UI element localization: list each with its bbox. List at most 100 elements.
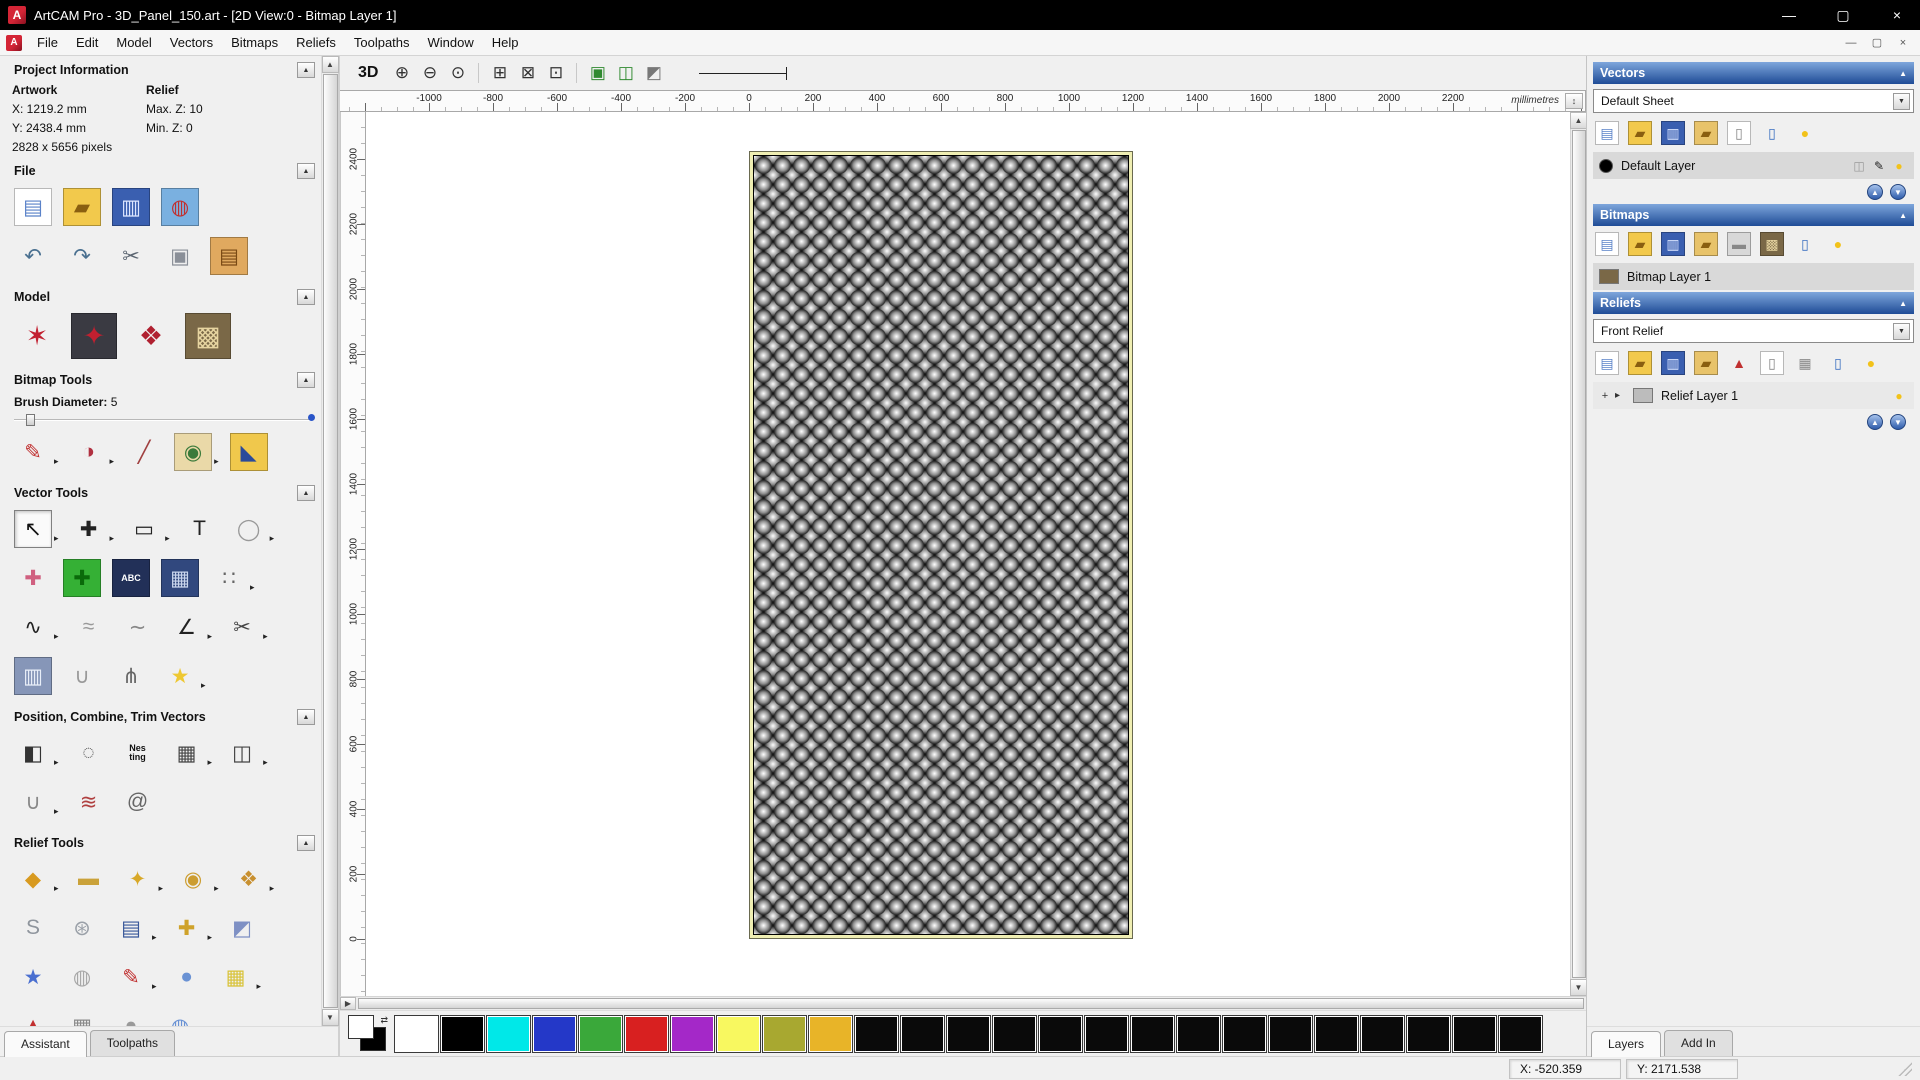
create-ellipse-icon[interactable]: ◯ [230, 510, 268, 548]
transform-vectors-icon[interactable]: ✚ [70, 510, 108, 548]
flyout-arrow-icon[interactable]: ▸ [214, 456, 219, 467]
colour-swatch-white[interactable] [394, 1015, 439, 1053]
palette-icon[interactable]: ◉ [174, 433, 212, 471]
paint-icon[interactable]: ✎ [14, 433, 52, 471]
canvas-vertical-scrollbar[interactable]: ▲ ▼ [1570, 112, 1586, 996]
colour-swatch-cyan[interactable] [486, 1015, 531, 1053]
block-copy-icon[interactable]: ▦ [168, 734, 206, 772]
circular-copy-icon[interactable]: ◌ [70, 734, 108, 772]
star-wizard-icon[interactable]: ★ [14, 958, 52, 996]
zoom-rectangle-icon[interactable]: ⊞ [487, 61, 512, 86]
create-text-icon[interactable]: T [181, 510, 219, 548]
import-bitmap-layer-icon[interactable]: ▰ [1694, 232, 1718, 256]
flyout-arrow-icon[interactable]: ▸ [250, 582, 255, 593]
sheet-select[interactable]: Default Sheet ▼ [1593, 89, 1914, 113]
flyout-arrow-icon[interactable]: ▸ [263, 631, 268, 642]
fluting-icon[interactable]: ≋ [70, 783, 108, 821]
flyout-arrow-icon[interactable]: ▸ [54, 757, 59, 768]
save-bitmap-layer-icon[interactable]: ▥ [1661, 232, 1685, 256]
flyout-arrow-icon[interactable]: ▸ [208, 757, 213, 768]
fit-page-icon[interactable]: ▣ [585, 61, 610, 86]
scroll-down-button[interactable]: ▼ [322, 1009, 339, 1026]
relief-clipart-icon[interactable]: ✶ [14, 313, 60, 359]
flyout-arrow-icon[interactable]: ▸ [208, 631, 213, 642]
lock-layer-icon[interactable]: ◫ [1850, 157, 1868, 175]
menu-bitmaps[interactable]: Bitmaps [222, 31, 287, 54]
chevron-down-icon[interactable]: ▼ [1893, 93, 1910, 110]
flyout-arrow-icon[interactable]: ▸ [110, 533, 115, 544]
open-vector-layer-icon[interactable]: ▰ [1628, 121, 1652, 145]
open-bitmap-layer-icon[interactable]: ▰ [1628, 232, 1652, 256]
zoom-in-icon[interactable]: ⊕ [389, 61, 414, 86]
create-freehand-icon[interactable]: ∿ [14, 608, 52, 646]
collapse-section-button[interactable]: ▲ [297, 485, 315, 501]
text-on-curve-icon[interactable]: ABC [112, 559, 150, 597]
sculpt-model-icon[interactable]: ❖ [128, 313, 174, 359]
flyout-arrow-icon[interactable]: ▸ [214, 883, 219, 894]
scroll-thumb[interactable] [1572, 130, 1586, 978]
flyout-arrow-icon[interactable]: ▸ [263, 757, 268, 768]
toggle-all-relief-layers-icon[interactable]: ● [1859, 351, 1883, 375]
collapse-section-button[interactable]: ▲ [1899, 69, 1907, 78]
constrain-sculpt-icon[interactable]: ◩ [223, 909, 261, 947]
sphere-relief-icon[interactable]: ● [112, 1007, 150, 1026]
create-rectangle-icon[interactable]: ▭ [125, 510, 163, 548]
load-picture-icon[interactable]: ▩ [185, 313, 231, 359]
flyout-arrow-icon[interactable]: ▸ [54, 806, 59, 817]
child-close-button[interactable]: × [1890, 33, 1916, 53]
bubble-pattern-bitmap[interactable] [753, 155, 1129, 935]
colour-picker-icon[interactable]: ╱ [125, 433, 163, 471]
relief-select[interactable]: Front Relief ▼ [1593, 319, 1914, 343]
delete-relief-layer-icon[interactable]: ▯ [1826, 351, 1850, 375]
open-model-icon[interactable]: ▰ [63, 188, 101, 226]
zoom-out-icon[interactable]: ⊖ [417, 61, 442, 86]
spiral-icon[interactable]: @ [119, 783, 157, 821]
relief-from-bitmap-icon[interactable]: ▯ [1760, 351, 1784, 375]
colour-swatch-black-16[interactable] [1084, 1015, 1129, 1053]
panel-bitmap[interactable] [749, 151, 1133, 939]
colour-swatch-green[interactable] [578, 1015, 623, 1053]
sphere-texture-icon[interactable]: ● [168, 958, 206, 996]
copy-icon[interactable]: ▣ [161, 237, 199, 275]
delete-vector-layer-icon[interactable]: ▯ [1760, 121, 1784, 145]
save-model-icon[interactable]: ▥ [112, 188, 150, 226]
scroll-down-button[interactable]: ▼ [1570, 979, 1587, 996]
collapse-section-button[interactable]: ▲ [297, 163, 315, 179]
texture-wizard-icon[interactable]: ◍ [63, 958, 101, 996]
flyout-arrow-icon[interactable]: ▸ [159, 883, 164, 894]
scroll-up-button[interactable]: ▲ [322, 56, 339, 73]
mesh-preview-icon[interactable]: ▦ [63, 1007, 101, 1026]
menu-window[interactable]: Window [419, 31, 483, 54]
create-polyline-icon[interactable]: ✚ [63, 559, 101, 597]
resize-grip[interactable] [1898, 1062, 1912, 1076]
flyout-arrow-icon[interactable]: ▸ [201, 680, 206, 691]
new-vector-layer-icon[interactable]: ▤ [1595, 121, 1619, 145]
move-layer-up-button[interactable]: ▲ [1867, 414, 1883, 430]
sculpt-relief-icon[interactable]: ✦ [119, 860, 157, 898]
open-relief-layer-icon[interactable]: ▰ [1628, 351, 1652, 375]
colour-swatch-blue[interactable] [532, 1015, 577, 1053]
colour-swatch-black-15[interactable] [1038, 1015, 1083, 1053]
colour-swatch-black-21[interactable] [1314, 1015, 1359, 1053]
merge-bitmap-layers-icon[interactable]: ▬ [1727, 232, 1751, 256]
edit-layer-icon[interactable]: ✎ [1870, 157, 1888, 175]
menu-reliefs[interactable]: Reliefs [287, 31, 345, 54]
colour-swatch-black-18[interactable] [1176, 1015, 1221, 1053]
colour-swatch-black-24[interactable] [1452, 1015, 1497, 1053]
colour-swatch-black-11[interactable] [854, 1015, 899, 1053]
nesting-icon[interactable]: Nes ting [119, 734, 157, 772]
merge-relief-layers-icon[interactable]: ▦ [1793, 351, 1817, 375]
texture-flow-icon[interactable]: ◍ [161, 1007, 199, 1026]
colour-swatch-black-19[interactable] [1222, 1015, 1267, 1053]
slider-handle[interactable] [26, 414, 35, 426]
dome-relief-icon[interactable]: ◉ [174, 860, 212, 898]
primary-secondary-colour-indicator[interactable]: ⇄ [348, 1015, 388, 1053]
scroll-thumb[interactable] [358, 998, 1584, 1009]
primary-colour-chip[interactable] [348, 1015, 374, 1039]
colour-swatch-gold[interactable] [808, 1015, 853, 1053]
relief-layer-row[interactable]: + ▸ Relief Layer 1 ● [1593, 382, 1914, 409]
calculate-relief-icon[interactable]: ▲ [1727, 351, 1751, 375]
flyout-arrow-icon[interactable]: ▸ [110, 456, 115, 467]
collapse-section-button[interactable]: ▲ [297, 289, 315, 305]
flyout-arrow-icon[interactable]: ▸ [257, 981, 262, 992]
